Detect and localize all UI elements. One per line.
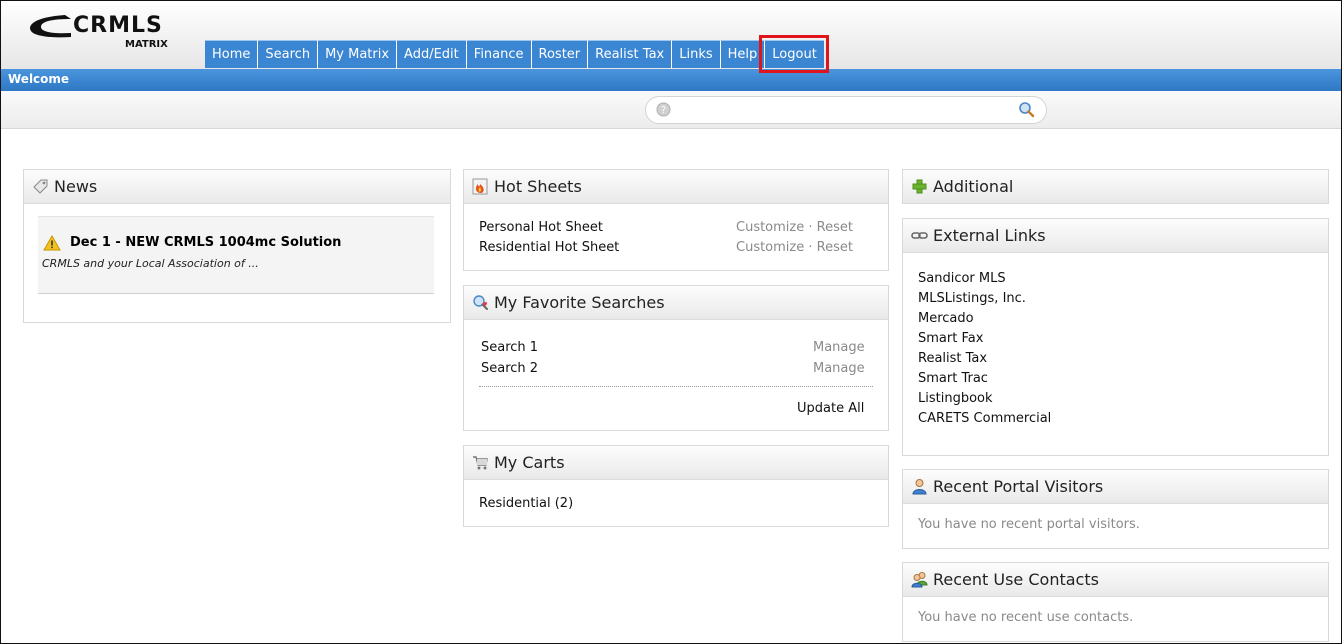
hot-sheet-fire-icon [472, 178, 488, 195]
favorite-search-icon [473, 295, 488, 310]
plus-icon [912, 179, 927, 194]
external-link-carets-commercial[interactable]: CARETS Commercial [918, 409, 1051, 429]
warning-icon [43, 235, 61, 251]
customize-link[interactable]: Customize [736, 220, 804, 235]
external-link-mlslistings[interactable]: MLSListings, Inc. [918, 289, 1051, 309]
header: CRMLS MATRIX Home Search My Matrix Add/E… [1, 1, 1341, 73]
favorite-searches-title: My Favorite Searches [494, 293, 665, 312]
use-contacts-panel: Recent Use Contacts You have no recent u… [902, 562, 1329, 642]
logo-text-matrix: MATRIX [125, 39, 168, 50]
nav-add-edit[interactable]: Add/Edit [396, 40, 466, 68]
use-contacts-header: Recent Use Contacts [903, 563, 1328, 597]
carts-header: My Carts [464, 446, 888, 480]
news-item-summary: CRMLS and your Local Association of ... [42, 257, 259, 270]
quick-search: ? [645, 96, 1047, 124]
favorite-search-2[interactable]: Search 2 [481, 361, 538, 376]
additional-panel: Additional [902, 169, 1329, 204]
external-links-header: External Links [903, 219, 1328, 253]
user-icon [912, 479, 927, 495]
contacts-icon [911, 572, 928, 588]
hot-sheet-residential-actions: Customize · Reset [736, 240, 853, 255]
separator-dot: · [808, 220, 813, 235]
nav-search[interactable]: Search [257, 40, 318, 68]
help-icon[interactable]: ? [656, 102, 671, 117]
portal-visitors-title: Recent Portal Visitors [933, 477, 1104, 496]
news-item-title[interactable]: Dec 1 - NEW CRMLS 1004mc Solution [70, 235, 341, 250]
favorite-searches-panel: My Favorite Searches Search 1 Search 2 M… [463, 285, 889, 431]
portal-visitors-empty: You have no recent portal visitors. [918, 517, 1140, 532]
reset-link[interactable]: Reset [817, 240, 853, 255]
use-contacts-empty: You have no recent use contacts. [918, 610, 1134, 625]
welcome-text: Welcome [8, 72, 70, 86]
nav-help[interactable]: Help [719, 40, 765, 68]
search-input[interactable] [676, 100, 1010, 120]
nav-finance[interactable]: Finance [465, 40, 531, 68]
hot-sheets-title: Hot Sheets [494, 177, 582, 196]
additional-header[interactable]: Additional [903, 170, 1328, 203]
nav-my-matrix[interactable]: My Matrix [317, 40, 397, 68]
carts-panel: My Carts Residential (2) [463, 445, 889, 527]
external-link-sandicor[interactable]: Sandicor MLS [918, 269, 1051, 289]
nav-home[interactable]: Home [205, 40, 258, 68]
hot-sheet-personal-actions: Customize · Reset [736, 220, 853, 235]
portal-visitors-panel: Recent Portal Visitors You have no recen… [902, 469, 1329, 549]
external-link-realist-tax[interactable]: Realist Tax [918, 349, 1051, 369]
main-nav: Home Search My Matrix Add/Edit Finance R… [205, 35, 829, 73]
external-links-title: External Links [933, 226, 1046, 245]
nav-links[interactable]: Links [671, 40, 720, 68]
logo-text-crmls: CRMLS [73, 13, 163, 38]
cart-icon [473, 456, 488, 470]
svg-text:?: ? [661, 105, 666, 116]
use-contacts-title: Recent Use Contacts [933, 570, 1099, 589]
divider [479, 386, 873, 387]
separator-dot: · [808, 240, 813, 255]
hot-sheet-residential[interactable]: Residential Hot Sheet [479, 240, 619, 255]
welcome-bar: Welcome [1, 69, 1341, 91]
app-frame: CRMLS MATRIX Home Search My Matrix Add/E… [0, 0, 1342, 644]
manage-link[interactable]: Manage [813, 340, 865, 355]
news-tag-icon [33, 179, 48, 194]
news-panel: News Dec 1 - NEW CRMLS 1004mc Solution C… [23, 169, 451, 323]
external-link-smart-fax[interactable]: Smart Fax [918, 329, 1051, 349]
carts-title: My Carts [494, 453, 565, 472]
update-all-link[interactable]: Update All [797, 401, 864, 416]
manage-link[interactable]: Manage [813, 361, 865, 376]
hot-sheet-personal[interactable]: Personal Hot Sheet [479, 220, 603, 235]
hot-sheets-header: Hot Sheets [464, 170, 888, 204]
external-link-mercado[interactable]: Mercado [918, 309, 1051, 329]
portal-visitors-header: Recent Portal Visitors [903, 470, 1328, 504]
nav-roster[interactable]: Roster [530, 40, 588, 68]
additional-title: Additional [933, 177, 1014, 196]
nav-realist-tax[interactable]: Realist Tax [587, 40, 672, 68]
news-item[interactable]: Dec 1 - NEW CRMLS 1004mc Solution CRMLS … [38, 216, 434, 294]
search-icon[interactable] [1018, 101, 1035, 118]
external-link-listingbook[interactable]: Listingbook [918, 389, 1051, 409]
news-title: News [54, 177, 98, 196]
reset-link[interactable]: Reset [817, 220, 853, 235]
hot-sheets-panel: Hot Sheets Personal Hot Sheet Residentia… [463, 169, 889, 271]
crmls-logo[interactable]: CRMLS MATRIX [21, 11, 201, 51]
favorite-search-1[interactable]: Search 1 [481, 340, 538, 355]
search-strip: ? [1, 91, 1341, 129]
customize-link[interactable]: Customize [736, 240, 804, 255]
external-links-list: Sandicor MLS MLSListings, Inc. Mercado S… [918, 269, 1051, 429]
favorite-searches-header: My Favorite Searches [464, 286, 888, 320]
external-links-panel: External Links Sandicor MLS MLSListings,… [902, 218, 1329, 456]
news-header: News [24, 170, 450, 204]
cart-residential[interactable]: Residential (2) [479, 496, 573, 511]
chain-link-icon [911, 232, 928, 239]
external-link-smart-trac[interactable]: Smart Trac [918, 369, 1051, 389]
nav-logout[interactable]: Logout [759, 35, 829, 73]
